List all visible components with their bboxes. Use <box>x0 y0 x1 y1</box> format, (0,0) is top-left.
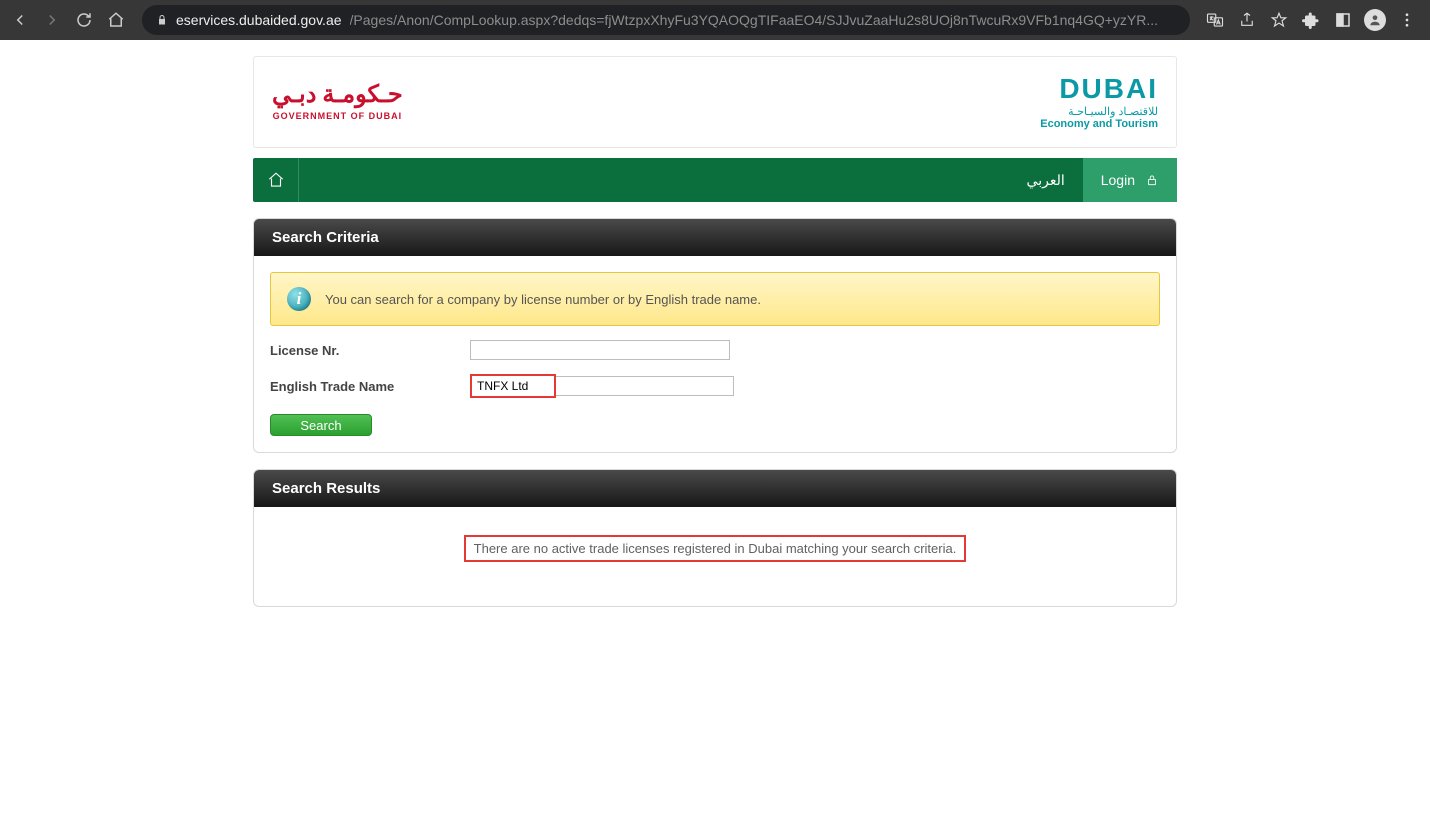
trade-name-input[interactable] <box>473 376 553 396</box>
no-results-message: There are no active trade licenses regis… <box>464 535 967 562</box>
dubai-economy-logo: DUBAI للاقتصـاد والسيـاحـة Economy and T… <box>1040 75 1158 130</box>
license-row: License Nr. <box>270 340 1160 360</box>
lock-icon <box>156 14 168 26</box>
trade-name-input-ext[interactable] <box>556 376 734 396</box>
lock-icon <box>1145 173 1159 187</box>
trade-name-row: English Trade Name <box>270 374 1160 398</box>
search-button[interactable]: Search <box>270 414 372 436</box>
profile-avatar-icon[interactable] <box>1364 9 1386 31</box>
search-results-panel: Search Results There are no active trade… <box>253 469 1177 607</box>
login-button[interactable]: Login <box>1083 158 1177 202</box>
share-icon[interactable] <box>1236 9 1258 31</box>
main-navbar: العربي Login <box>253 158 1177 202</box>
menu-icon[interactable] <box>1396 9 1418 31</box>
extensions-icon[interactable] <box>1300 9 1322 31</box>
trade-name-highlight <box>470 374 556 398</box>
home-button[interactable] <box>253 158 299 202</box>
back-icon[interactable] <box>8 8 32 32</box>
browser-toolbar: eservices.dubaided.gov.ae/Pages/Anon/Com… <box>0 0 1430 40</box>
header-banner: حـكومـة دبـي GOVERNMENT OF DUBAI DUBAI ل… <box>253 56 1177 148</box>
url-host: eservices.dubaided.gov.ae <box>176 12 342 28</box>
trade-name-label: English Trade Name <box>270 379 470 394</box>
star-icon[interactable] <box>1268 9 1290 31</box>
home-browser-icon[interactable] <box>104 8 128 32</box>
translate-icon[interactable] <box>1204 9 1226 31</box>
info-notice: i You can search for a company by licens… <box>270 272 1160 326</box>
info-text: You can search for a company by license … <box>325 292 761 307</box>
address-bar[interactable]: eservices.dubaided.gov.ae/Pages/Anon/Com… <box>142 5 1190 35</box>
reload-icon[interactable] <box>72 8 96 32</box>
forward-icon[interactable] <box>40 8 64 32</box>
info-icon: i <box>287 287 311 311</box>
search-criteria-panel: Search Criteria i You can search for a c… <box>253 218 1177 453</box>
license-label: License Nr. <box>270 343 470 358</box>
url-path: /Pages/Anon/CompLookup.aspx?dedqs=fjWtzp… <box>350 12 1159 28</box>
search-results-title: Search Results <box>254 470 1176 507</box>
language-switch[interactable]: العربي <box>1009 172 1083 189</box>
browser-right-icons <box>1204 9 1422 31</box>
gov-dubai-logo: حـكومـة دبـي GOVERNMENT OF DUBAI <box>272 83 403 121</box>
license-input[interactable] <box>470 340 730 360</box>
search-criteria-title: Search Criteria <box>254 219 1176 256</box>
panel-icon[interactable] <box>1332 9 1354 31</box>
